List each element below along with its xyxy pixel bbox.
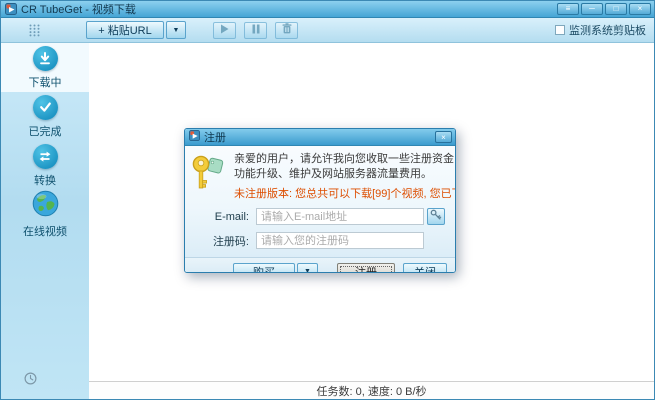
dialog-message: 亲爱的用户，请允许我向您收取一些注册资金，以维持功能升级、维护及网站服务器流量费… <box>234 152 456 181</box>
paste-url-button[interactable]: + 粘贴URL <box>86 21 164 39</box>
dialog-body: 亲爱的用户，请允许我向您收取一些注册资金，以维持功能升级、维护及网站服务器流量费… <box>185 146 455 249</box>
start-download-button[interactable] <box>213 22 236 39</box>
app-icon <box>5 3 17 15</box>
sidebar-item-downloading[interactable]: 下载中 <box>1 43 89 92</box>
delete-task-button[interactable] <box>275 22 298 39</box>
paste-url-group: + 粘贴URL ▼ <box>86 21 186 39</box>
menu-button[interactable]: ≡ <box>557 3 579 15</box>
buy-button[interactable]: 购买 <box>233 263 295 273</box>
paste-url-dropdown-button[interactable]: ▼ <box>166 21 186 39</box>
convert-icon <box>33 144 58 169</box>
trash-icon <box>282 23 292 37</box>
dialog-close-button[interactable]: × <box>435 131 452 143</box>
sidebar-item-completed[interactable]: 已完成 <box>1 92 89 141</box>
regcode-label: 注册码: <box>201 233 249 249</box>
sidebar-item-label: 在线视频 <box>23 223 67 239</box>
buy-dropdown-button[interactable]: ▼ <box>297 263 318 273</box>
sidebar-item-label: 转换 <box>34 172 56 188</box>
email-label: E-mail: <box>201 211 249 223</box>
email-input[interactable] <box>256 208 424 225</box>
register-button[interactable]: 注册 <box>337 263 395 273</box>
close-window-button[interactable]: × <box>629 3 651 15</box>
key-tag-icon <box>191 152 227 201</box>
status-text: 任务数: 0, 速度: 0 B/秒 <box>316 383 426 399</box>
dialog-warning-text: 未注册版本: 您总共可以下载[99]个视频, 您已下载了[0]个 <box>234 185 456 201</box>
check-icon <box>33 95 58 120</box>
toolbar: + 粘贴URL ▼ 监测系统剪贴板 <box>1 18 654 43</box>
sidebar-item-label: 已完成 <box>29 123 62 139</box>
sidebar-item-convert[interactable]: 转换 <box>1 141 89 190</box>
register-dialog: 注册 × 亲爱的用户，请允许我向您收取一些注册资金， <box>184 128 456 273</box>
minimize-button[interactable]: ─ <box>581 3 603 15</box>
window-controls: ≡ ─ □ × <box>557 3 651 15</box>
email-key-button[interactable] <box>427 208 445 225</box>
regcode-input[interactable] <box>256 232 424 249</box>
clock-icon[interactable] <box>24 372 37 385</box>
dialog-titlebar[interactable]: 注册 × <box>185 129 455 146</box>
play-icon <box>220 24 229 37</box>
sidebar: 下载中 已完成 转换 在线视频 <box>1 43 89 399</box>
pause-icon <box>252 24 260 37</box>
sidebar-item-online-video[interactable]: 在线视频 <box>1 190 89 239</box>
small-key-icon <box>430 209 442 224</box>
monitor-clipboard-checkbox[interactable]: 监测系统剪贴板 <box>555 22 646 38</box>
dialog-app-icon <box>189 130 200 144</box>
statusbar: 任务数: 0, 速度: 0 B/秒 <box>89 381 654 399</box>
window-title: CR TubeGet - 视频下载 <box>21 1 136 17</box>
checkbox-box-icon[interactable] <box>555 25 565 35</box>
dialog-footer: 购买 ▼ 注册 关闭 <box>185 257 455 273</box>
dialog-title: 注册 <box>204 129 226 145</box>
maximize-button[interactable]: □ <box>605 3 627 15</box>
sidebar-item-label: 下载中 <box>29 74 62 90</box>
pause-download-button[interactable] <box>244 22 267 39</box>
download-icon <box>33 46 58 71</box>
titlebar[interactable]: CR TubeGet - 视频下载 ≡ ─ □ × <box>1 1 654 18</box>
monitor-clipboard-label: 监测系统剪贴板 <box>569 22 646 38</box>
globe-icon <box>32 190 59 220</box>
app-window: CR TubeGet - 视频下载 ≡ ─ □ × + 粘贴URL ▼ 监测系统… <box>0 0 655 400</box>
toolbar-grip-icon[interactable] <box>29 24 40 37</box>
close-dialog-button[interactable]: 关闭 <box>403 263 447 273</box>
